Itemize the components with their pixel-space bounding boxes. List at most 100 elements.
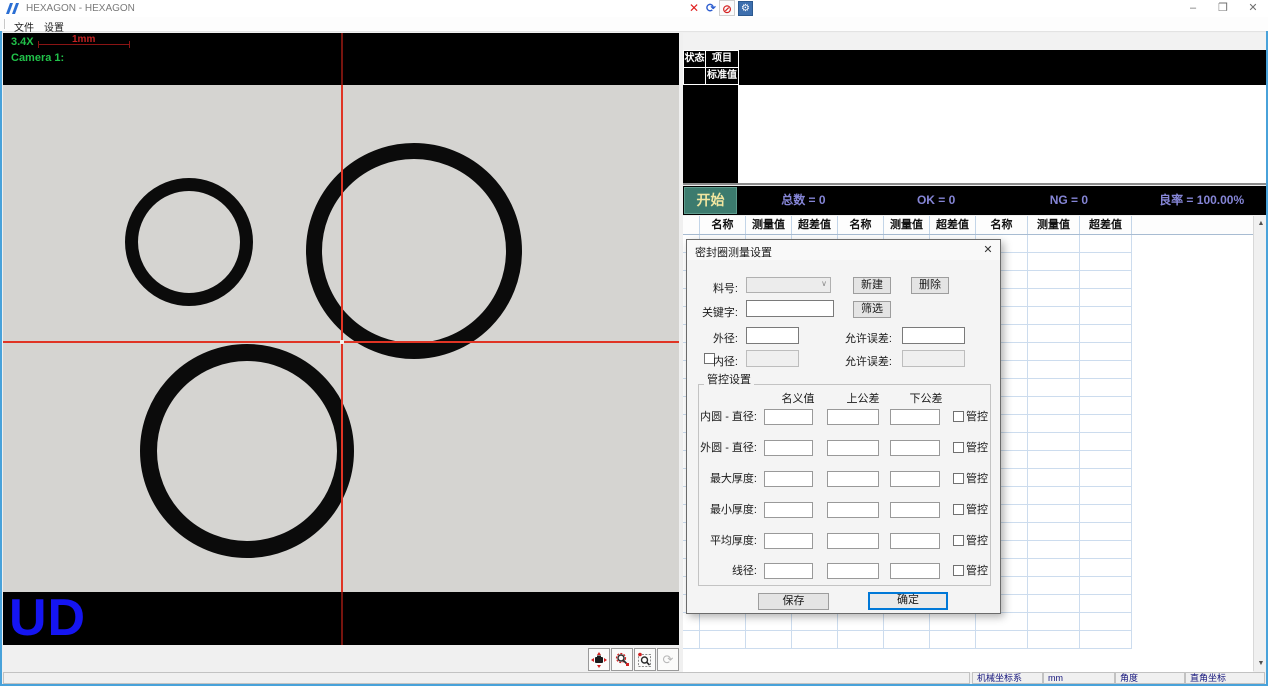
table-cell (1080, 595, 1132, 613)
center-camera-button[interactable] (588, 648, 610, 671)
upper-tol-input[interactable] (827, 563, 879, 579)
table-cell (1080, 559, 1132, 577)
control-row-label: 平均厚度: (687, 533, 757, 550)
part-no-dropdown[interactable]: ∨ (746, 277, 831, 293)
control-checkbox[interactable] (953, 504, 964, 515)
dialog-close-icon[interactable]: ✕ (981, 243, 995, 257)
table-cell (1132, 451, 1253, 469)
refresh-items-icon[interactable]: ⟳ (703, 0, 719, 16)
ng-count: NG = 0 (1003, 186, 1136, 215)
nominal-input[interactable] (764, 502, 813, 518)
menu-file[interactable]: 文件 (10, 18, 38, 31)
delete-button[interactable]: 删除 (911, 277, 949, 294)
close-button[interactable]: ✕ (1238, 0, 1268, 16)
nominal-input[interactable] (764, 471, 813, 487)
table-cell (1080, 379, 1132, 397)
upper-tol-input[interactable] (827, 471, 879, 487)
table-cell (1028, 541, 1080, 559)
keyword-input[interactable] (746, 300, 834, 317)
control-row-label: 线径: (687, 563, 757, 580)
keyword-label: 关键字: (687, 304, 738, 320)
control-checkbox[interactable] (953, 565, 964, 576)
new-button[interactable]: 新建 (853, 277, 891, 294)
table-cell (1028, 343, 1080, 361)
lower-tol-input[interactable] (890, 563, 940, 579)
table-row[interactable] (683, 631, 1253, 649)
disable-item-icon[interactable]: ⊘ (719, 0, 735, 16)
nominal-input[interactable] (764, 533, 813, 549)
upper-tol-input[interactable] (827, 533, 879, 549)
outer-tol-input[interactable] (902, 327, 965, 344)
table-cell (1080, 307, 1132, 325)
control-checkbox[interactable] (953, 442, 964, 453)
lower-tol-input[interactable] (890, 440, 940, 456)
table-cell (683, 613, 700, 631)
status-empty-segment (3, 672, 970, 684)
table-cell (1080, 361, 1132, 379)
nominal-input[interactable] (764, 440, 813, 456)
table-cell (700, 613, 746, 631)
window-title: HEXAGON - HEXAGON (26, 3, 135, 14)
table-scrollbar[interactable]: ▲ ▼ (1253, 216, 1267, 671)
table-cell (1080, 505, 1132, 523)
scale-bar-line (38, 44, 130, 45)
zoom-region-button[interactable] (634, 648, 656, 671)
nominal-input[interactable] (764, 409, 813, 425)
upper-tol-input[interactable] (827, 440, 879, 456)
table-cell (1132, 577, 1253, 595)
table-cell (1080, 289, 1132, 307)
table-cell (1028, 379, 1080, 397)
results-col-item: 项目 (705, 50, 739, 68)
settings-gear-icon[interactable]: ⚙ (738, 1, 753, 16)
lower-tol-input[interactable] (890, 502, 940, 518)
filter-button[interactable]: 筛选 (853, 301, 891, 318)
start-button[interactable]: 开始 (684, 187, 737, 214)
upper-tol-input[interactable] (827, 409, 879, 425)
zoom-circle-button[interactable] (611, 648, 633, 671)
control-row-label: 最大厚度: (687, 471, 757, 488)
table-cell (1132, 271, 1253, 289)
ok-count: OK = 0 (870, 186, 1003, 215)
camera-view[interactable]: 3.4X 1mm Camera 1: UD (3, 33, 679, 645)
delete-item-icon[interactable]: ✕ (686, 0, 702, 16)
nominal-input[interactable] (764, 563, 813, 579)
table-cell (1132, 613, 1253, 631)
table-row[interactable] (683, 613, 1253, 631)
title-bar: HEXAGON - HEXAGON – ❐ ✕ (0, 0, 1268, 17)
status-angle: 角度 (1115, 672, 1185, 684)
table-cell (683, 631, 700, 649)
dialog-title-bar[interactable]: 密封圈测量设置 ✕ (687, 240, 1000, 260)
save-button[interactable]: 保存 (758, 593, 829, 610)
table-cell (930, 631, 976, 649)
header-cell (683, 216, 700, 234)
lower-tol-input[interactable] (890, 471, 940, 487)
header-cell-name: 名称 (976, 216, 1028, 234)
measure-table-header: 名称 测量值 超差值 名称 测量值 超差值 名称 测量值 超差值 (683, 216, 1253, 235)
status-bar: 机械坐标系 mm 角度 直角坐标 (0, 672, 1268, 684)
control-checkbox-label: 管控 (966, 473, 988, 486)
table-cell (1080, 271, 1132, 289)
ok-button[interactable]: 确定 (868, 592, 948, 610)
table-cell (1028, 415, 1080, 433)
menu-grip (4, 19, 6, 29)
control-checkbox[interactable] (953, 411, 964, 422)
menu-settings[interactable]: 设置 (40, 18, 68, 31)
outer-dia-input[interactable] (746, 327, 799, 344)
table-cell (746, 613, 792, 631)
restore-button[interactable]: ❐ (1208, 0, 1238, 16)
minimize-button[interactable]: – (1178, 0, 1208, 16)
table-cell (884, 613, 930, 631)
table-cell (1132, 289, 1253, 307)
table-cell (1132, 559, 1253, 577)
upper-tol-input[interactable] (827, 502, 879, 518)
control-checkbox[interactable] (953, 535, 964, 546)
control-checkbox[interactable] (953, 473, 964, 484)
table-cell (1028, 505, 1080, 523)
table-cell (1028, 271, 1080, 289)
status-coord-type: 直角坐标 (1185, 672, 1265, 684)
table-cell (1132, 487, 1253, 505)
status-unit: mm (1043, 672, 1115, 684)
lower-tol-input[interactable] (890, 533, 940, 549)
results-header: 状态 项目 标准值 (683, 50, 1268, 85)
lower-tol-input[interactable] (890, 409, 940, 425)
